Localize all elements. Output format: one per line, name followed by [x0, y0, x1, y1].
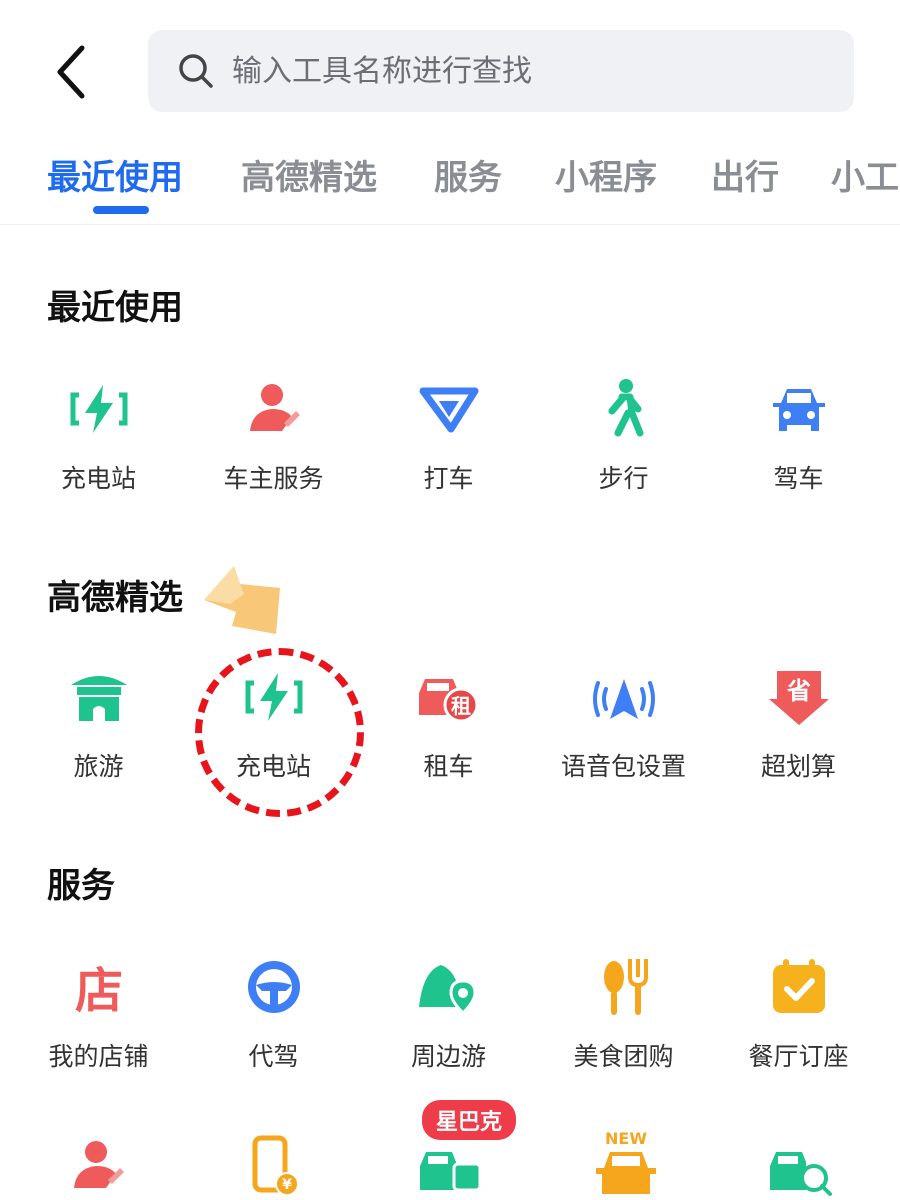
tool-label: 代驾: [248, 1042, 299, 1071]
section-title-recent: 最近使用: [47, 288, 183, 328]
svg-text:¥: ¥: [282, 1177, 292, 1193]
taxi-icon: [419, 387, 478, 433]
travel-icon: [70, 676, 127, 721]
tool-walking[interactable]: 步行: [536, 377, 711, 495]
tool-label: 餐厅订座: [748, 1042, 849, 1071]
super-deal-icon: 省: [768, 671, 829, 725]
tool-restaurant-booking[interactable]: 餐厅订座: [711, 955, 886, 1073]
tool-nearby-travel[interactable]: 周边游: [361, 955, 536, 1073]
tool-designated-driver[interactable]: 代驾: [186, 955, 361, 1073]
tool-super-deal[interactable]: 省 超划算: [711, 665, 886, 783]
food-group-buy-icon: [603, 959, 648, 1015]
mobile-payment-icon[interactable]: ¥: [241, 1134, 305, 1198]
car-owner-service-icon: [249, 384, 300, 431]
restaurant-booking-icon: [772, 959, 825, 1013]
tab-tools[interactable]: 小工: [831, 150, 899, 199]
tool-taxi[interactable]: 打车: [361, 377, 536, 495]
super-deal-badge-text: 省: [786, 677, 811, 705]
my-store-glyph: 店: [74, 963, 122, 1019]
pointing-arrow-icon: [204, 566, 280, 634]
tool-label: 周边游: [410, 1042, 486, 1071]
designated-driver-icon: [247, 961, 300, 1013]
coffee-car-icon[interactable]: [418, 1134, 482, 1198]
tool-travel[interactable]: 旅游: [11, 665, 186, 783]
car-rental-badge-text: 租: [451, 694, 471, 718]
tool-food-group-buy[interactable]: 美食团购: [536, 955, 711, 1073]
car-search-icon[interactable]: [768, 1134, 832, 1198]
tab-mini-programs[interactable]: 小程序: [555, 150, 657, 199]
tool-label: 充电站: [60, 464, 136, 493]
tool-label: 旅游: [73, 752, 124, 781]
section-title-featured: 高德精选: [47, 578, 183, 618]
new-tag: NEW: [605, 1129, 647, 1148]
driving-icon: [772, 389, 825, 431]
search-bar[interactable]: [148, 30, 854, 112]
search-icon: [179, 54, 213, 88]
tool-label: 打车: [423, 464, 474, 493]
charging-station-icon: [70, 385, 127, 433]
tool-label: 车主服务: [223, 464, 324, 493]
tab-recent[interactable]: 最近使用: [47, 150, 183, 199]
tab-services[interactable]: 服务: [434, 150, 502, 199]
tool-label: 美食团购: [573, 1042, 674, 1071]
tool-label: 租车: [423, 752, 474, 781]
tool-label: 我的店铺: [48, 1042, 149, 1071]
tool-voice-pack[interactable]: 语音包设置: [536, 665, 711, 783]
tool-my-store[interactable]: 店 我的店铺: [11, 955, 186, 1073]
tool-charging-station[interactable]: 充电站: [11, 377, 186, 495]
tool-label: 步行: [598, 464, 649, 493]
tab-travel[interactable]: 出行: [711, 150, 779, 199]
voice-pack-icon: [592, 679, 655, 719]
my-store-icon: 店: [74, 963, 122, 1019]
tool-label: 语音包设置: [560, 752, 686, 781]
active-tab-indicator: [93, 206, 149, 214]
tool-car-rental[interactable]: 租 租车: [361, 665, 536, 783]
car-rental-icon: 租: [418, 679, 478, 723]
back-arrow-icon[interactable]: [48, 40, 98, 104]
tool-driving[interactable]: 驾车: [711, 377, 886, 495]
new-car-icon[interactable]: NEW: [594, 1128, 658, 1198]
nearby-travel-icon: [418, 965, 477, 1016]
tool-car-owner-service[interactable]: 车主服务: [186, 377, 361, 495]
highlight-circle: [195, 648, 364, 817]
section-title-services: 服务: [47, 866, 115, 906]
person-service-icon[interactable]: [66, 1134, 130, 1198]
walking-icon: [608, 379, 643, 437]
search-input[interactable]: [230, 45, 794, 97]
category-tabs: 最近使用 高德精选 服务 小程序 出行 小工: [0, 140, 900, 225]
tool-label: 超划算: [760, 752, 836, 781]
tab-featured[interactable]: 高德精选: [241, 150, 377, 199]
tool-label: 驾车: [773, 464, 824, 493]
